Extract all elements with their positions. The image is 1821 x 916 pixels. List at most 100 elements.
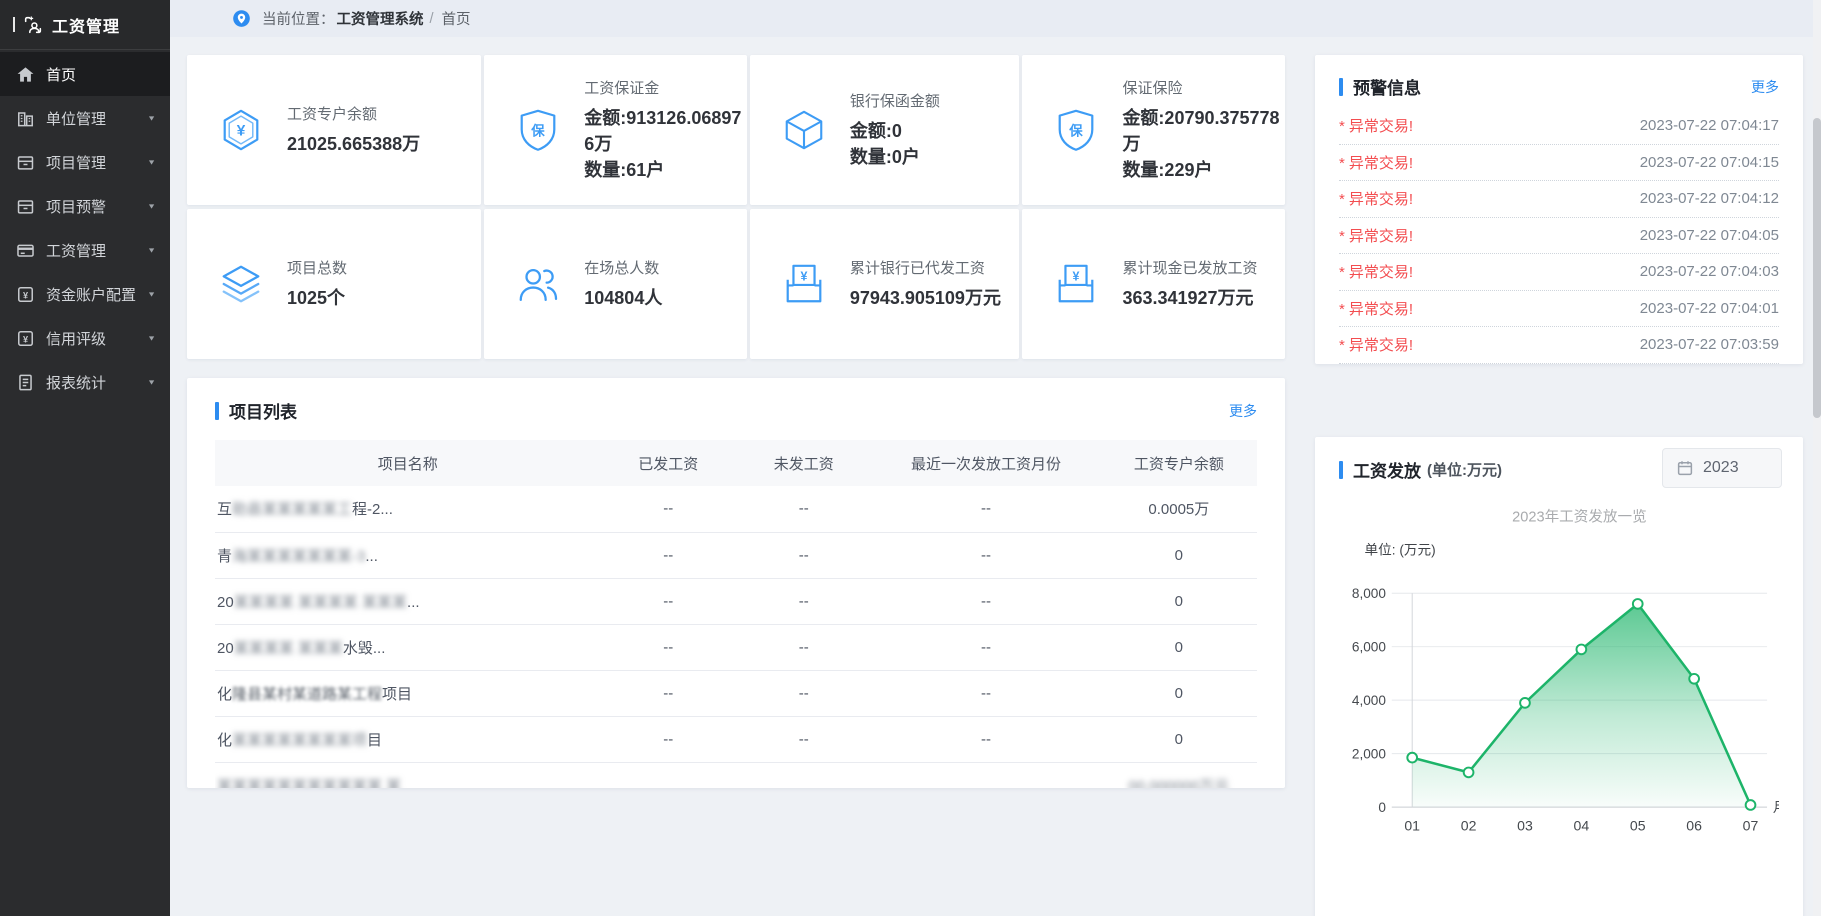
stat-value: 97943.905109万元 (850, 285, 1001, 311)
paid-salary: -- (601, 624, 736, 670)
sidebar-item-label: 单位管理 (46, 108, 147, 129)
warning-item[interactable]: *异常交易!2023-07-22 07:04:03 (1339, 254, 1779, 291)
scrollbar-track[interactable] (1813, 0, 1821, 916)
warning-text: *异常交易! (1339, 115, 1413, 136)
shield-bao-icon: 保 (515, 107, 561, 153)
warning-title: 预警信息 (1353, 74, 1421, 99)
svg-text:2,000: 2,000 (1352, 747, 1386, 762)
svg-text:8,000: 8,000 (1352, 586, 1386, 601)
unpaid-salary: -- (736, 624, 871, 670)
warning-item[interactable]: *异常交易!2023-07-22 07:04:01 (1339, 291, 1779, 328)
location-pin-icon (232, 9, 251, 28)
sidebar-item-salary-management[interactable]: 工资管理▼ (0, 228, 170, 272)
calendar-icon (1676, 459, 1694, 477)
account-balance: 0 (1101, 578, 1257, 624)
stat-label: 保证保险 (1122, 77, 1285, 98)
stat-value: 数量:229户 (1122, 157, 1285, 183)
warning-item[interactable]: *异常交易!2023-07-22 07:03:59 (1339, 327, 1779, 364)
stat-value: 金额:0 (850, 118, 940, 144)
stat-cards: ¥工资专户余额21025.665388万保工资保证金金额:913126.0689… (187, 55, 1285, 359)
sidebar-item-label: 首页 (46, 64, 156, 85)
svg-text:05: 05 (1630, 817, 1646, 833)
project-more-link[interactable]: 更多 (1229, 401, 1257, 421)
salary-chart-panel: 工资发放 (单位:万元) 2023 2023年工资发放一览单位: (万元)02,… (1315, 437, 1803, 916)
cube-icon (781, 107, 827, 153)
logo-icon (22, 14, 44, 36)
column-header: 最近一次发放工资月份 (871, 440, 1100, 486)
sidebar-item-project-warning[interactable]: 项目预警▼ (0, 184, 170, 228)
project-table-header: 项目名称已发工资未发工资最近一次发放工资月份工资专户余额 (215, 440, 1257, 486)
svg-text:07: 07 (1743, 817, 1759, 833)
sidebar-item-home[interactable]: 首页 (0, 52, 170, 96)
scrollbar-thumb[interactable] (1813, 118, 1821, 418)
breadcrumb: 当前位置： 工资管理系统 / 首页 (170, 0, 1821, 37)
app-title: 工资管理 (52, 13, 120, 37)
breadcrumb-root[interactable]: 工资管理系统 (337, 8, 424, 29)
yuan-square-icon: ¥ (16, 329, 35, 348)
stat-label: 工资专户余额 (287, 103, 420, 124)
unpaid-salary: -- (736, 670, 871, 716)
warning-time: 2023-07-22 07:04:15 (1640, 154, 1779, 171)
project-name: 互助县某某某某某工程-2... (215, 486, 601, 532)
warning-time: 2023-07-22 07:04:12 (1640, 190, 1779, 207)
stat-card-salary-account-balance: ¥工资专户余额21025.665388万 (187, 55, 481, 205)
table-row: 化某某某某某某某某项目------0 (215, 716, 1257, 762)
stat-value: 金额:913126.068976万 (584, 105, 747, 157)
svg-text:月份: 月份 (1773, 800, 1779, 815)
paid-salary: -- (601, 486, 736, 532)
sidebar-item-label: 工资管理 (46, 240, 147, 261)
table-row: 化隆县某村某道路某工程项目------0 (215, 670, 1257, 716)
svg-text:¥: ¥ (237, 123, 246, 140)
warning-item[interactable]: *异常交易!2023-07-22 07:04:15 (1339, 145, 1779, 182)
sidebar-item-fund-account-config[interactable]: ¥资金账户配置▼ (0, 272, 170, 316)
sidebar-item-report-statistics[interactable]: 报表统计▼ (0, 360, 170, 404)
sidebar-item-label: 信用评级 (46, 328, 147, 349)
column-header: 已发工资 (601, 440, 736, 486)
warning-item[interactable]: *异常交易!2023-07-22 07:04:05 (1339, 218, 1779, 255)
table-row: 互助县某某某某某工程-2...------0.0005万 (215, 486, 1257, 532)
svg-text:¥: ¥ (23, 334, 29, 344)
sidebar-item-label: 项目管理 (46, 152, 147, 173)
warning-item[interactable]: *异常交易!2023-07-22 07:04:17 (1339, 108, 1779, 145)
warning-item[interactable]: *异常交易!2023-07-22 07:04:12 (1339, 181, 1779, 218)
table-row: 20某某某某 某某某某 某某某...------0 (215, 578, 1257, 624)
sidebar-item-project-management[interactable]: 项目管理▼ (0, 140, 170, 184)
account-balance: 0 (1101, 532, 1257, 578)
account-balance: 0.0005万 (1101, 486, 1257, 532)
table-row: 青海某某某某某某某-3...------0 (215, 532, 1257, 578)
hexagon-yuan-icon: ¥ (218, 107, 264, 153)
stat-card-guarantee-insurance: 保保证保险金额:20790.375778万数量:229户 (1022, 55, 1285, 205)
svg-text:6,000: 6,000 (1352, 640, 1386, 655)
people-icon (515, 261, 561, 307)
last-pay-month (871, 762, 1100, 788)
svg-text:2023年工资发放一览: 2023年工资发放一览 (1512, 508, 1646, 525)
home-icon (16, 65, 35, 84)
last-pay-month: -- (871, 486, 1100, 532)
stat-label: 累计银行已代发工资 (850, 257, 1001, 278)
sidebar-menu: 首页单位管理▼项目管理▼项目预警▼工资管理▼¥资金账户配置▼¥信用评级▼报表统计… (0, 50, 170, 404)
sidebar-item-org-management[interactable]: 单位管理▼ (0, 96, 170, 140)
stat-card-bank-paid-total: ¥累计银行已代发工资97943.905109万元 (750, 209, 1020, 359)
unpaid-salary: -- (736, 486, 871, 532)
column-header: 项目名称 (215, 440, 601, 486)
left-column: ¥工资专户余额21025.665388万保工资保证金金额:913126.0689… (187, 55, 1285, 916)
unpaid-salary (736, 762, 871, 788)
yuan-square-icon: ¥ (16, 285, 35, 304)
year-picker[interactable]: 2023 (1662, 448, 1782, 488)
sidebar-item-credit-rating[interactable]: ¥信用评级▼ (0, 316, 170, 360)
warning-more-link[interactable]: 更多 (1751, 77, 1779, 97)
stat-value: 金额:20790.375778万 (1122, 105, 1285, 157)
chevron-down-icon: ▼ (147, 114, 156, 122)
main-area: 当前位置： 工资管理系统 / 首页 ¥工资专户余额21025.665388万保工… (170, 0, 1821, 916)
stat-card-onsite-headcount: 在场总人数 104804人 (484, 209, 747, 359)
warning-panel: 预警信息 更多 *异常交易!2023-07-22 07:04:17*异常交易!2… (1315, 55, 1803, 364)
last-pay-month: -- (871, 716, 1100, 762)
stat-value: 104804人 (584, 285, 662, 311)
stat-label: 在场总人数 (584, 257, 662, 278)
warning-text: *异常交易! (1339, 334, 1413, 355)
warning-time: 2023-07-22 07:04:05 (1640, 227, 1779, 244)
asterisk-icon: * (1339, 191, 1345, 208)
column-header: 未发工资 (736, 440, 871, 486)
warning-time: 2023-07-22 07:04:01 (1640, 300, 1779, 317)
asterisk-icon: * (1339, 337, 1345, 354)
